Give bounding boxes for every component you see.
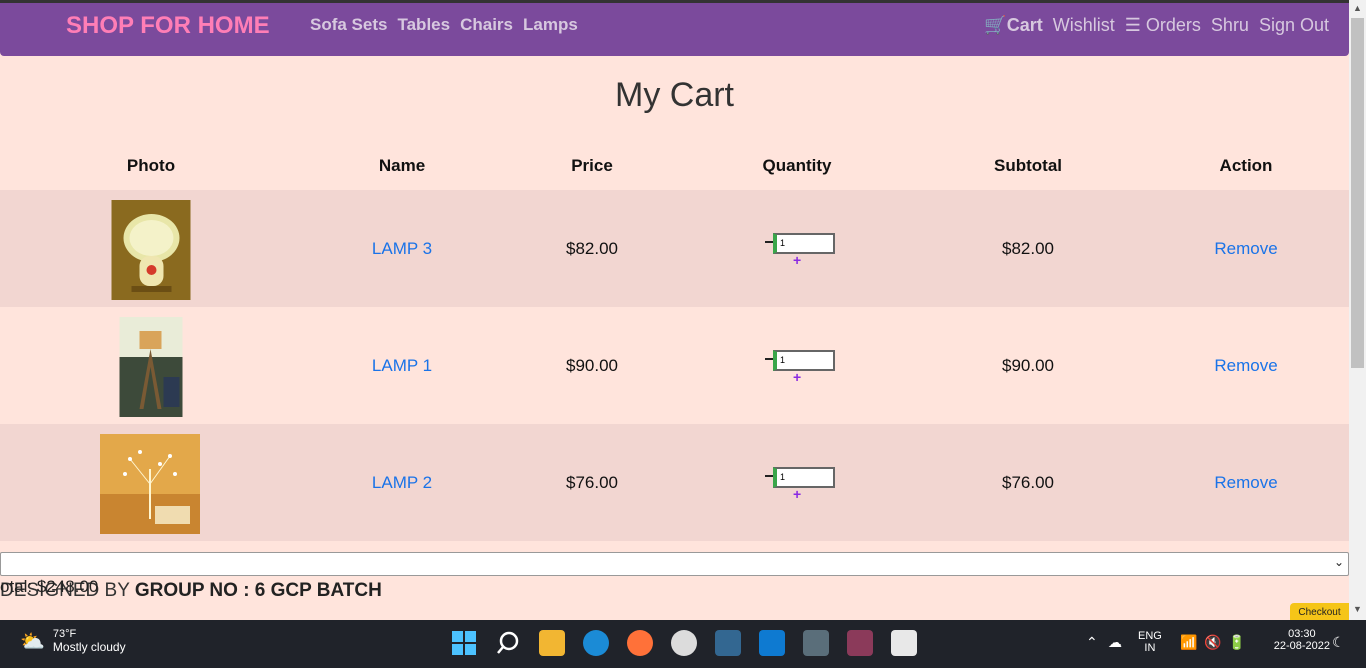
nav-cart-label: Cart (1006, 15, 1043, 35)
scroll-up-icon[interactable]: ▲ (1353, 3, 1362, 13)
nav-lamps[interactable]: Lamps (523, 15, 578, 35)
table-row: LAMP 1 $90.00 1 + $90.00 Remove (0, 307, 1349, 424)
weather-desc: Mostly cloudy (52, 640, 126, 654)
product-price: $76.00 (566, 473, 618, 492)
chrome-icon[interactable] (671, 630, 697, 656)
firefox-icon[interactable] (627, 630, 653, 656)
quantity-input[interactable]: 1 (773, 467, 835, 488)
nav-user[interactable]: Shru (1211, 15, 1249, 36)
clock[interactable]: 03:30 22-08-2022 (1274, 628, 1330, 652)
table-row: LAMP 3 $82.00 1 + $82.00 Remove (0, 190, 1349, 307)
cart-icon: 🛒 (984, 15, 1007, 35)
nav-sign-out[interactable]: Sign Out (1259, 15, 1329, 36)
cart-total: otal: $248.00 (0, 577, 99, 596)
volume-muted-icon[interactable]: 🔇 (1204, 634, 1221, 651)
app-icon[interactable] (803, 630, 829, 656)
product-photo[interactable] (111, 200, 191, 300)
cart-table-header: Photo Name Price Quantity Subtotal Actio… (0, 156, 1349, 182)
language-indicator[interactable]: ENG IN (1138, 630, 1162, 654)
product-price: $90.00 (566, 356, 618, 375)
product-subtotal: $90.00 (1002, 356, 1054, 375)
checkout-button[interactable]: Checkout (1290, 603, 1349, 620)
product-subtotal: $82.00 (1002, 239, 1054, 258)
remove-link[interactable]: Remove (1214, 356, 1277, 376)
lamp-1-image (119, 317, 183, 417)
scrollbar-thumb[interactable] (1351, 18, 1364, 368)
nav-orders-label: Orders (1145, 15, 1201, 35)
dropdown-select[interactable]: ⌄ (0, 552, 1349, 576)
quantity-input[interactable]: 1 (773, 233, 835, 254)
table-row: LAMP 2 $76.00 1 + $76.00 Remove (0, 424, 1349, 541)
header-action: Action (1219, 156, 1273, 175)
product-name-link[interactable]: LAMP 3 (372, 239, 432, 259)
category-nav: Sofa Sets Tables Chairs Lamps (310, 15, 578, 35)
lang-top: ENG (1138, 630, 1162, 642)
clock-date: 22-08-2022 (1273, 640, 1330, 652)
clock-time: 03:30 (1288, 628, 1316, 640)
page: SHOP FOR HOME Sofa Sets Tables Chairs La… (0, 0, 1349, 620)
lamp-3-image (111, 200, 191, 300)
windows-start-icon[interactable] (451, 630, 477, 656)
user-nav: 🛒Cart Wishlist ☰ Orders Shru Sign Out (984, 15, 1329, 36)
header-price: Price (571, 156, 613, 175)
plus-button[interactable]: + (793, 369, 801, 385)
list-icon: ☰ (1124, 15, 1141, 35)
header-name: Name (378, 156, 426, 175)
lamp-2-image (100, 434, 200, 534)
product-name-link[interactable]: LAMP 1 (372, 356, 432, 376)
chevron-down-icon: ⌄ (1333, 555, 1344, 569)
product-price: $82.00 (566, 239, 618, 258)
nav-cart[interactable]: 🛒Cart (984, 15, 1042, 36)
lang-bottom: IN (1144, 642, 1156, 654)
file-explorer-icon[interactable] (539, 630, 565, 656)
minus-button[interactable] (765, 358, 773, 360)
onedrive-icon[interactable]: ☁ (1108, 634, 1122, 651)
nav-sofa-sets[interactable]: Sofa Sets (310, 15, 387, 35)
product-subtotal: $76.00 (1002, 473, 1054, 492)
product-photo[interactable] (119, 317, 183, 417)
notification-icon[interactable]: ☾ (1332, 634, 1345, 651)
brand-logo[interactable]: SHOP FOR HOME (66, 12, 270, 40)
scroll-down-icon[interactable]: ▼ (1353, 604, 1362, 614)
taskbar: ⛅ 73°F Mostly cloudy ⌃ ☁ ENG IN 📶 🔇 🔋 03… (0, 620, 1366, 668)
wifi-icon[interactable]: 📶 (1180, 634, 1197, 651)
eclipse-icon[interactable] (847, 630, 873, 656)
vertical-scrollbar[interactable]: ▲ ▼ (1349, 0, 1366, 620)
nav-orders[interactable]: ☰ Orders (1125, 15, 1201, 36)
snipping-tool-icon[interactable] (891, 630, 917, 656)
remove-link[interactable]: Remove (1214, 239, 1277, 259)
product-name-link[interactable]: LAMP 2 (372, 473, 432, 493)
battery-icon[interactable]: 🔋 (1228, 634, 1245, 651)
minus-button[interactable] (765, 475, 773, 477)
plus-button[interactable]: + (793, 252, 801, 268)
edge-browser-icon[interactable] (583, 630, 609, 656)
search-icon[interactable] (495, 630, 521, 656)
header-photo: Photo (126, 156, 176, 175)
navbar: SHOP FOR HOME Sofa Sets Tables Chairs La… (0, 3, 1349, 56)
postgres-icon[interactable] (715, 630, 741, 656)
minus-button[interactable] (765, 241, 773, 243)
weather-widget[interactable]: ⛅ 73°F Mostly cloudy (20, 628, 126, 654)
page-title: My Cart (615, 76, 734, 114)
quantity-input[interactable]: 1 (773, 350, 835, 371)
tray-chevron-up-icon[interactable]: ⌃ (1086, 634, 1098, 651)
remove-link[interactable]: Remove (1214, 473, 1277, 493)
nav-chairs[interactable]: Chairs (460, 15, 513, 35)
footer-group: GROUP NO : 6 GCP BATCH (134, 580, 382, 601)
header-quantity: Quantity (762, 156, 832, 175)
product-photo[interactable] (100, 434, 200, 534)
nav-wishlist[interactable]: Wishlist (1053, 15, 1115, 36)
header-subtotal: Subtotal (994, 156, 1062, 175)
plus-button[interactable]: + (793, 486, 801, 502)
cloud-sun-icon: ⛅ (20, 630, 45, 653)
nav-tables[interactable]: Tables (397, 15, 450, 35)
weather-temp: 73°F (52, 628, 77, 640)
vscode-icon[interactable] (759, 630, 785, 656)
